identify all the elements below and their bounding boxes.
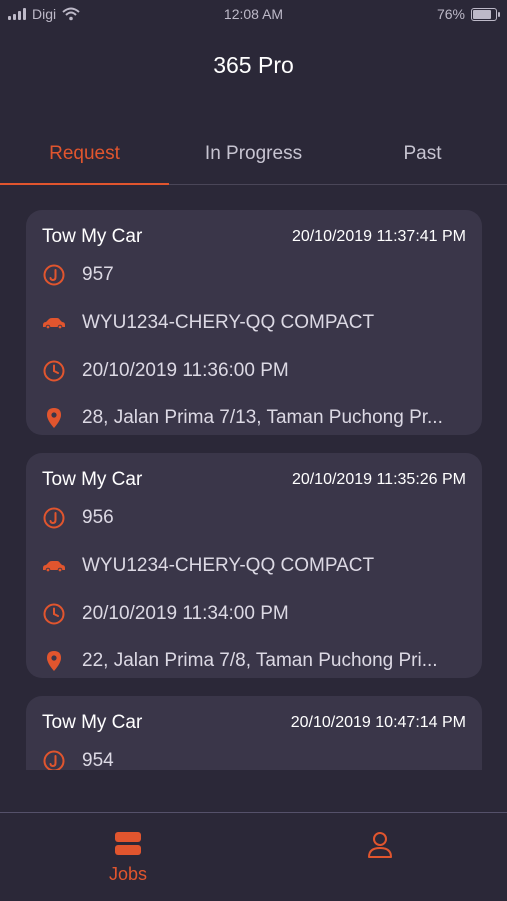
address-row: 28, Jalan Prima 7/13, Taman Puchong Pr..… [42, 405, 466, 431]
job-card[interactable]: Tow My Car 20/10/2019 11:35:26 PM 956 WY… [26, 453, 482, 678]
address-row: 22, Jalan Prima 7/8, Taman Puchong Pri..… [42, 648, 466, 674]
job-created-time: 20/10/2019 10:47:14 PM [290, 714, 466, 731]
vehicle-row: WYU1234-CHERY-QQ COMPACT [42, 310, 466, 336]
active-tab-indicator [0, 183, 169, 185]
nav-jobs-label: Jobs [108, 864, 148, 884]
nav-jobs[interactable]: Jobs [63, 831, 193, 885]
status-time: 12:08 AM [223, 6, 284, 22]
job-card[interactable]: Tow My Car 20/10/2019 11:37:41 PM 957 WY… [26, 210, 482, 435]
job-address: 22, Jalan Prima 7/8, Taman Puchong Pri..… [82, 650, 438, 671]
job-service-title: Tow My Car [42, 712, 143, 733]
status-bar: Digi 12:08 AM 76% [0, 0, 507, 28]
tab-past[interactable]: Past [338, 143, 507, 165]
j-circle-icon [42, 263, 66, 287]
location-pin-icon [42, 406, 66, 430]
vehicle-info: WYU1234-CHERY-QQ COMPACT [82, 312, 375, 333]
j-circle-icon [42, 749, 66, 770]
person-icon [368, 832, 392, 858]
car-icon [42, 554, 66, 578]
vehicle-row: WYU1234-CHERY-QQ COMPACT [42, 553, 466, 579]
schedule-row: 20/10/2019 11:36:00 PM [42, 358, 466, 384]
clock-icon [42, 359, 66, 383]
job-service-title: Tow My Car [42, 469, 143, 490]
vehicle-info: WYU1234-CHERY-QQ COMPACT [82, 555, 375, 576]
job-address: 28, Jalan Prima 7/13, Taman Puchong Pr..… [82, 407, 443, 428]
stack-icon [115, 832, 141, 855]
battery-icon [471, 7, 500, 21]
nav-profile[interactable] [315, 831, 445, 864]
job-number: 957 [82, 264, 114, 285]
clock-icon [42, 602, 66, 626]
job-list[interactable]: Tow My Car 20/10/2019 11:37:41 PM 957 WY… [26, 210, 482, 770]
job-number: 956 [82, 507, 114, 528]
job-number: 954 [82, 750, 114, 770]
job-service-title: Tow My Car [42, 226, 143, 247]
tab-request[interactable]: Request [0, 143, 169, 165]
job-card[interactable]: Tow My Car 20/10/2019 10:47:14 PM 954 [26, 696, 482, 770]
battery-percent: 76% [436, 6, 465, 22]
bottom-nav: Jobs [0, 812, 507, 901]
job-created-time: 20/10/2019 11:35:26 PM [291, 471, 466, 488]
page-title: 365 Pro [213, 52, 294, 78]
job-number-row: 954 [42, 748, 466, 770]
tab-in-progress[interactable]: In Progress [169, 143, 338, 165]
job-created-time: 20/10/2019 11:37:41 PM [291, 228, 466, 245]
tab-bar: Request In Progress Past [0, 135, 507, 185]
scheduled-time: 20/10/2019 11:34:00 PM [82, 603, 289, 624]
schedule-row: 20/10/2019 11:34:00 PM [42, 601, 466, 627]
j-circle-icon [42, 506, 66, 530]
car-icon [42, 311, 66, 335]
job-number-row: 956 [42, 505, 466, 531]
job-number-row: 957 [42, 262, 466, 288]
location-pin-icon [42, 649, 66, 673]
scheduled-time: 20/10/2019 11:36:00 PM [82, 360, 289, 381]
